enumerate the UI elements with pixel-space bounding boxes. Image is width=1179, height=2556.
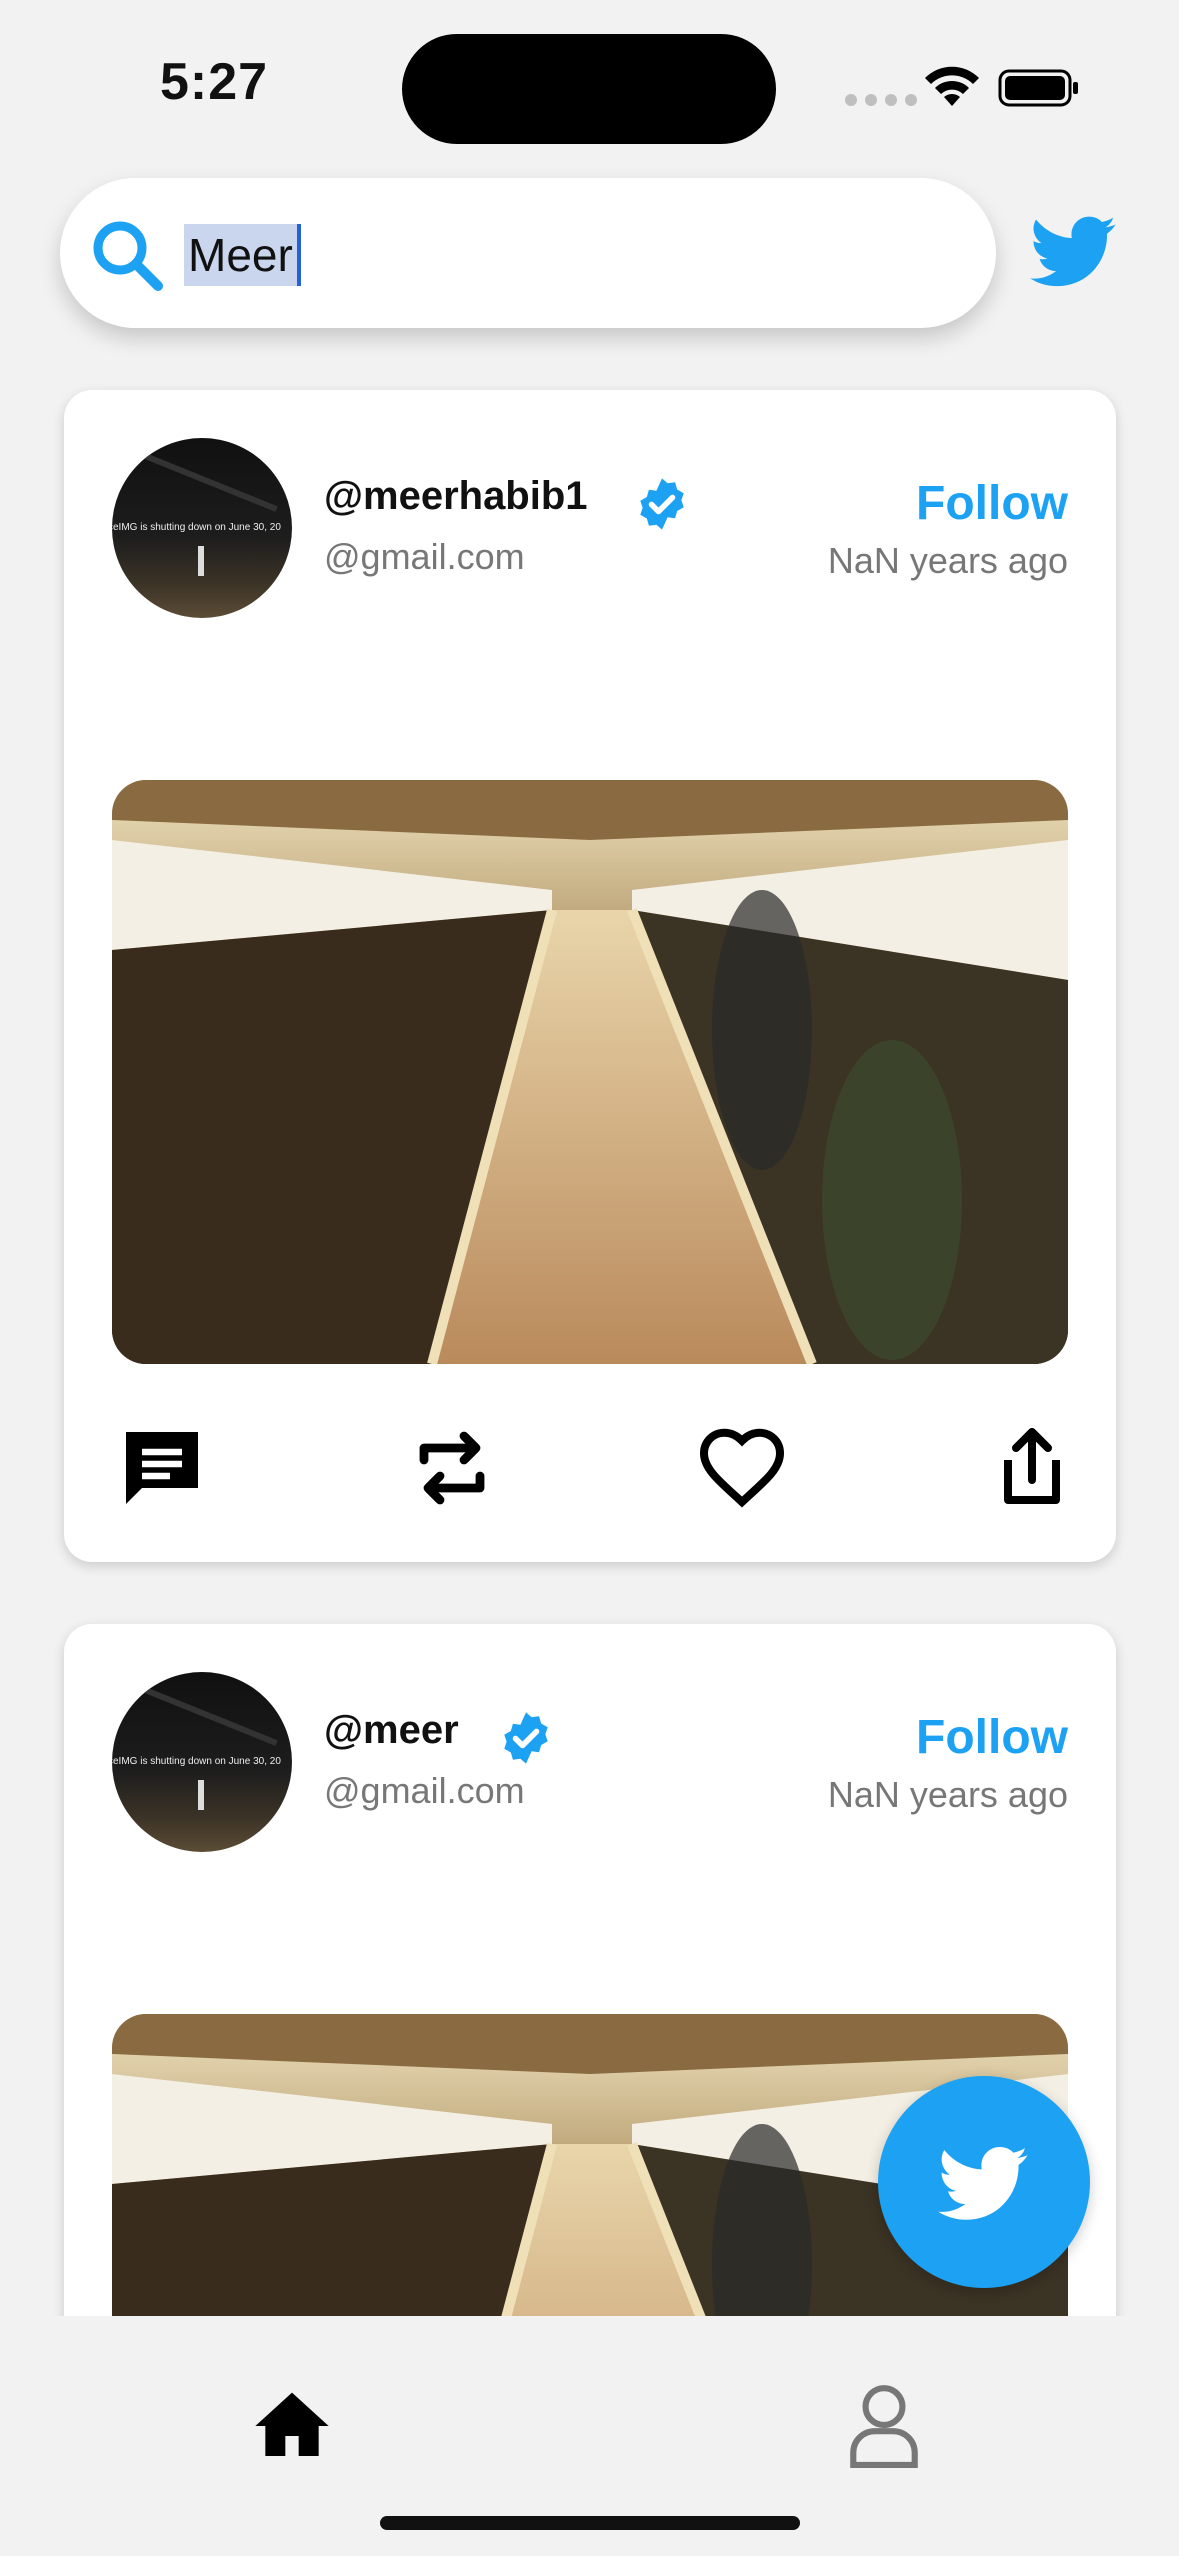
tweet-handle[interactable]: @meer — [324, 1708, 459, 1753]
battery-icon — [998, 69, 1078, 107]
retweet-icon[interactable] — [404, 1420, 500, 1516]
dynamic-island — [402, 34, 776, 144]
search-bar[interactable]: Meer — [60, 178, 996, 328]
tweet-timestamp: NaN years ago — [827, 540, 1068, 581]
status-time: 5:27 — [160, 53, 269, 111]
tweet-handle[interactable]: @meerhabib1 — [324, 474, 588, 519]
tweet-email: @gmail.com — [324, 1770, 525, 1811]
verified-badge-icon — [640, 478, 684, 530]
status-bar: 5:27 — [0, 0, 1179, 170]
follow-button[interactable]: Follow — [916, 1710, 1068, 1765]
compose-tweet-button[interactable] — [878, 2076, 1090, 2288]
avatar[interactable]: ceIMG is shutting down on June 30, 20 — [112, 438, 292, 618]
search-input[interactable]: Meer — [184, 224, 301, 286]
tab-bar — [0, 2316, 1179, 2556]
wifi-icon — [925, 66, 979, 106]
follow-button[interactable]: Follow — [916, 476, 1068, 531]
tweet-actions — [64, 1420, 1116, 1520]
home-icon[interactable] — [252, 2386, 332, 2466]
tweet-email: @gmail.com — [324, 536, 525, 577]
heart-icon[interactable] — [694, 1420, 790, 1516]
tweet-timestamp: NaN years ago — [827, 1774, 1068, 1815]
comment-icon[interactable] — [114, 1420, 210, 1516]
home-indicator — [380, 2516, 800, 2530]
search-icon — [93, 221, 163, 291]
profile-icon[interactable] — [846, 2382, 922, 2468]
verified-badge-icon — [504, 1712, 548, 1764]
twitter-bird-icon[interactable] — [1026, 208, 1122, 294]
avatar-caption: ceIMG is shutting down on June 30, 20 — [112, 1756, 281, 1767]
avatar[interactable]: ceIMG is shutting down on June 30, 20 — [112, 1672, 292, 1852]
avatar-caption: ceIMG is shutting down on June 30, 20 — [112, 522, 281, 533]
share-icon[interactable] — [984, 1420, 1080, 1516]
tweet-card[interactable]: ceIMG is shutting down on June 30, 20 @m… — [64, 390, 1116, 1562]
cellular-signal-icon — [845, 94, 917, 106]
tweet-image[interactable] — [112, 780, 1068, 1364]
twitter-bird-icon — [937, 2147, 1028, 2220]
